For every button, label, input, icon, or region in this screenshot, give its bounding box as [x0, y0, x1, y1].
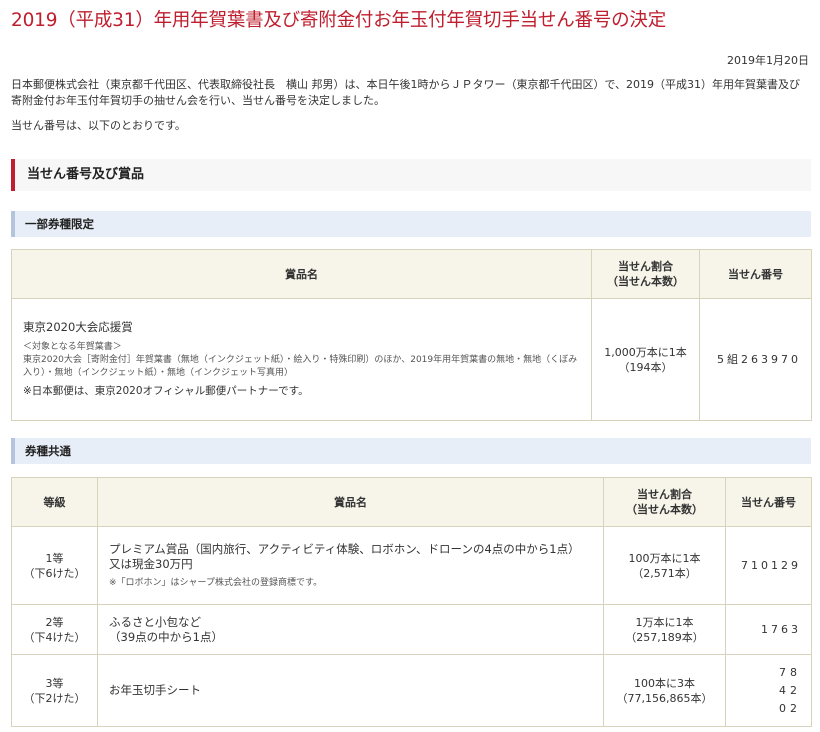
- prize-cell: ふるさと小包など （39点の中から1点）: [97, 604, 604, 655]
- winning-number: 1763: [725, 604, 812, 655]
- winning-number: 78: [779, 665, 801, 679]
- intro-sentence: 当せん番号は、以下のとおりです。: [11, 119, 186, 132]
- winning-number-list: 78 42 02: [725, 654, 812, 727]
- header-ratio-line1: 当せん割合: [637, 488, 692, 501]
- prize-cell: プレミアム賞品（国内旅行、アクティビティ体験、ロボホン、ドローンの4点の中から1…: [97, 526, 604, 605]
- ratio-cell: 100本に3本 （77,156,865本）: [603, 654, 726, 727]
- eligible-note-body: 東京2020大会［寄附金付］年賀葉書（無地（インクジェット紙）・絵入り・特殊印刷…: [23, 355, 578, 378]
- ratio-line1: 1万本に1本: [635, 615, 694, 629]
- partner-note: ※日本郵便は、東京2020オフィシャル郵便パートナーです。: [23, 385, 309, 397]
- winning-number: 02: [779, 701, 801, 715]
- grade-cell: 3等 （下2けた）: [11, 654, 98, 727]
- limited-prize-table: 賞品名 当せん割合 （当せん本数） 当せん番号 東京2020大会応援賞 ＜対象と…: [11, 249, 812, 421]
- sub-heading-common: 券種共通: [11, 438, 811, 464]
- prize-name: 東京2020大会応援賞: [23, 320, 133, 334]
- grade-digits: （下6けた）: [23, 566, 86, 580]
- table-row: 東京2020大会応援賞 ＜対象となる年賀葉書＞ 東京2020大会［寄附金付］年賀…: [11, 298, 812, 421]
- ratio-line1: 100本に3本: [634, 676, 695, 690]
- prize-cell: お年玉切手シート: [97, 654, 604, 727]
- winning-number: 710129: [725, 526, 812, 605]
- ratio-line1: 1,000万本に1本: [604, 345, 687, 359]
- grade-digits: （下2けた）: [23, 691, 86, 705]
- ratio-line2: （194本）: [618, 360, 673, 374]
- grade-digits: （下4けた）: [23, 630, 86, 644]
- header-prize: 賞品名: [11, 249, 592, 299]
- prize-line1: ふるさと小包など: [109, 614, 201, 629]
- common-table-header-row: 等級 賞品名 当せん割合 （当せん本数） 当せん番号: [11, 477, 812, 527]
- grade-label: 3等: [45, 676, 64, 690]
- table-row: 1等 （下6けた） プレミアム賞品（国内旅行、アクティビティ体験、ロボホン、ドロ…: [11, 526, 812, 605]
- prize-line2: （39点の中から1点）: [109, 629, 223, 644]
- publish-date: 2019年1月20日: [727, 54, 809, 67]
- sub-heading-limited: 一部券種限定: [11, 211, 811, 237]
- grade-label: 1等: [45, 551, 64, 565]
- header-number: 当せん番号: [725, 477, 812, 527]
- eligible-note-head: ＜対象となる年賀葉書＞: [23, 342, 122, 352]
- header-number: 当せん番号: [699, 249, 812, 299]
- ratio-line2: （77,156,865本）: [616, 691, 713, 705]
- header-ratio-line1: 当せん割合: [618, 260, 673, 273]
- ratio-line1: 100万本に1本: [628, 551, 701, 565]
- winning-number: 42: [779, 683, 801, 697]
- limited-prize-cell: 東京2020大会応援賞 ＜対象となる年賀葉書＞ 東京2020大会［寄附金付］年賀…: [11, 298, 592, 421]
- winning-number: 5組263970: [699, 298, 812, 421]
- prize-line1: プレミアム賞品（国内旅行、アクティビティ体験、ロボホン、ドローンの4点の中から1…: [109, 541, 580, 556]
- ratio-line2: （2,571本）: [632, 566, 697, 580]
- grade-cell: 2等 （下4けた）: [11, 604, 98, 655]
- limited-table-header-row: 賞品名 当せん割合 （当せん本数） 当せん番号: [11, 249, 812, 299]
- intro-paragraph: 日本郵便株式会社（東京都千代田区、代表取締役社長 横山 邦男）は、本日午後1時か…: [11, 78, 801, 107]
- table-row: 2等 （下4けた） ふるさと小包など （39点の中から1点） 1万本に1本 （2…: [11, 604, 812, 655]
- header-ratio-line2: （当せん本数）: [626, 503, 703, 516]
- page-title: 2019（平成31）年用年賀葉書及び寄附金付お年玉付年賀切手当せん番号の決定: [11, 10, 667, 31]
- grade-label: 2等: [45, 615, 64, 629]
- trademark-note: ※「ロボホン」はシャープ株式会社の登録商標です。: [109, 577, 323, 588]
- prize-line2: 又は現金30万円: [109, 556, 193, 571]
- common-prize-table: 等級 賞品名 当せん割合 （当せん本数） 当せん番号 1等 （下6けた） プレミ…: [11, 477, 812, 727]
- header-grade: 等級: [11, 477, 98, 527]
- ratio-cell: 100万本に1本 （2,571本）: [603, 526, 726, 605]
- header-ratio: 当せん割合 （当せん本数）: [603, 477, 726, 527]
- header-prize: 賞品名: [97, 477, 604, 527]
- header-ratio-line2: （当せん本数）: [607, 275, 684, 288]
- prize-line1: お年玉切手シート: [109, 683, 201, 697]
- ratio-line2: （257,189本）: [625, 630, 704, 644]
- ratio-cell: 1,000万本に1本 （194本）: [591, 298, 700, 421]
- grade-cell: 1等 （下6けた）: [11, 526, 98, 605]
- section-heading-winning-numbers: 当せん番号及び賞品: [11, 159, 811, 191]
- table-row: 3等 （下2けた） お年玉切手シート 100本に3本 （77,156,865本）…: [11, 654, 812, 727]
- header-ratio: 当せん割合 （当せん本数）: [591, 249, 700, 299]
- ratio-cell: 1万本に1本 （257,189本）: [603, 604, 726, 655]
